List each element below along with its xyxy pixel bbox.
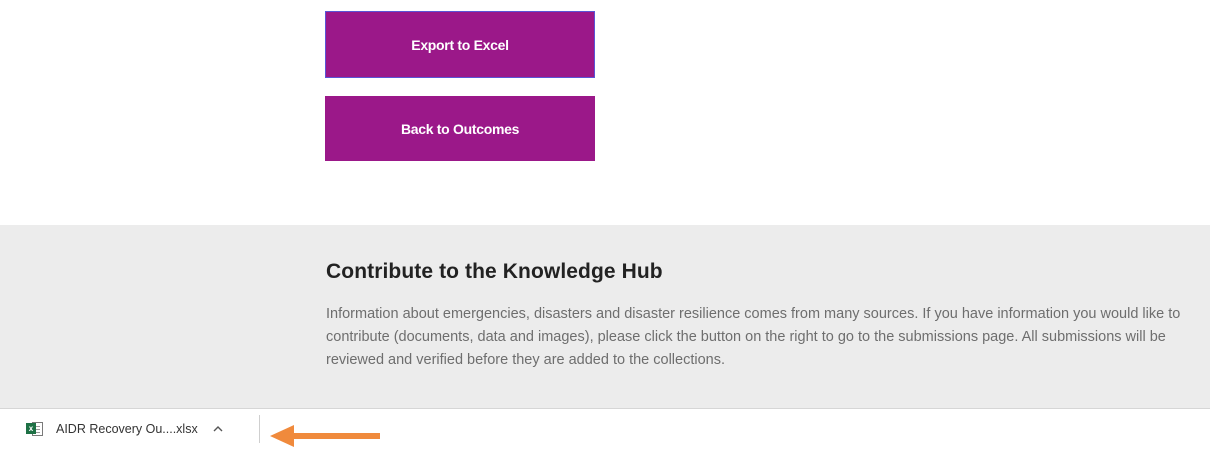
excel-file-icon: x bbox=[26, 421, 44, 437]
knowledge-hub-section: Contribute to the Knowledge Hub Informat… bbox=[0, 225, 1210, 408]
download-separator bbox=[259, 415, 260, 443]
chevron-up-icon[interactable] bbox=[211, 422, 225, 436]
knowledge-hub-description: Information about emergencies, disasters… bbox=[326, 306, 1181, 368]
export-to-excel-button[interactable]: Export to Excel bbox=[325, 11, 595, 78]
download-bar: x AIDR Recovery Ou....xlsx bbox=[0, 408, 1210, 448]
download-file-name: AIDR Recovery Ou....xlsx bbox=[56, 422, 198, 436]
knowledge-hub-title: Contribute to the Knowledge Hub bbox=[326, 260, 663, 283]
back-to-outcomes-button[interactable]: Back to Outcomes bbox=[325, 96, 595, 161]
arrow-left-icon bbox=[270, 425, 380, 447]
download-item[interactable]: x AIDR Recovery Ou....xlsx bbox=[26, 418, 225, 440]
